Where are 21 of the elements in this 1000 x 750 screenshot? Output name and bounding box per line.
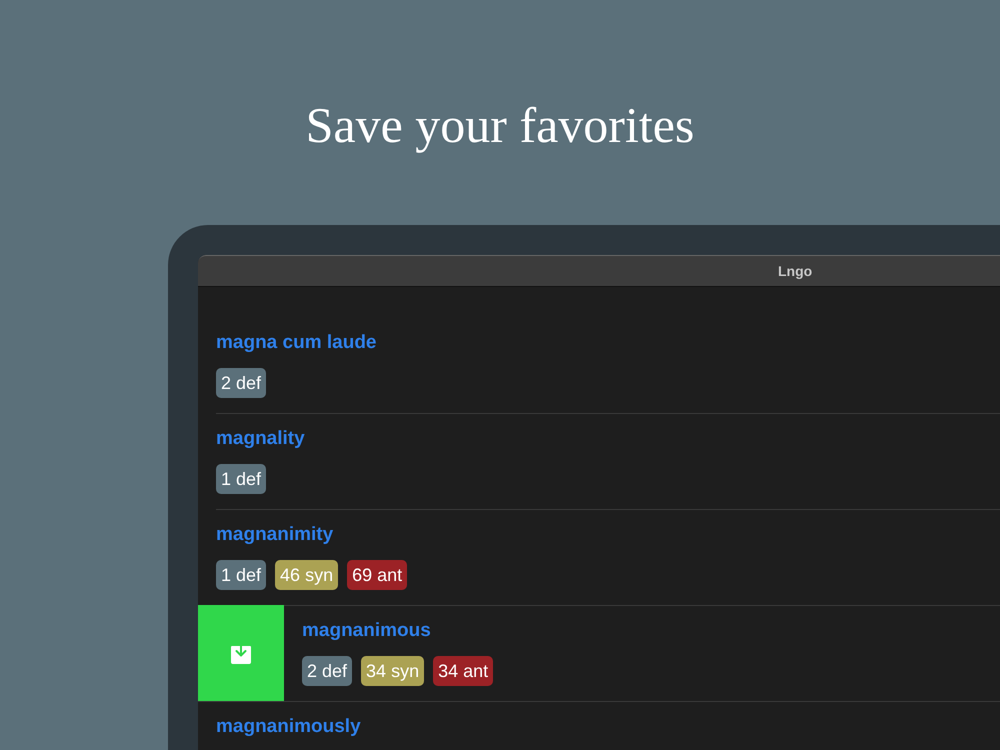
syn-count-badge: 34 syn: [361, 656, 424, 686]
word-row[interactable]: magnality 1 def: [216, 414, 1000, 510]
word-link[interactable]: magnanimously: [216, 716, 361, 738]
word-link[interactable]: magnanimity: [216, 524, 334, 546]
word-link[interactable]: magna cum laude: [216, 332, 376, 354]
def-count-badge: 1 def: [216, 464, 266, 494]
syn-count-badge: 46 syn: [275, 560, 338, 590]
headline: Save your favorites: [304, 96, 696, 155]
def-count-badge: 1 def: [216, 560, 266, 590]
word-row[interactable]: magnanimously: [216, 702, 1000, 750]
word-row[interactable]: magna cum laude 2 def: [216, 318, 1000, 414]
ant-count-badge: 69 ant: [347, 560, 408, 590]
ant-count-badge: 34 ant: [433, 656, 494, 686]
def-count-badge: 2 def: [302, 656, 352, 686]
word-row[interactable]: magnanimous 2 def 34 syn 34 ant: [198, 606, 1000, 702]
word-link[interactable]: magnanimous: [302, 620, 431, 642]
word-link[interactable]: magnality: [216, 428, 305, 450]
def-count-badge: 2 def: [216, 368, 266, 398]
word-row[interactable]: magnanimity 1 def 46 syn 69 ant: [216, 510, 1000, 606]
window-title: Lngo: [778, 263, 812, 279]
save-button[interactable]: [198, 605, 284, 701]
